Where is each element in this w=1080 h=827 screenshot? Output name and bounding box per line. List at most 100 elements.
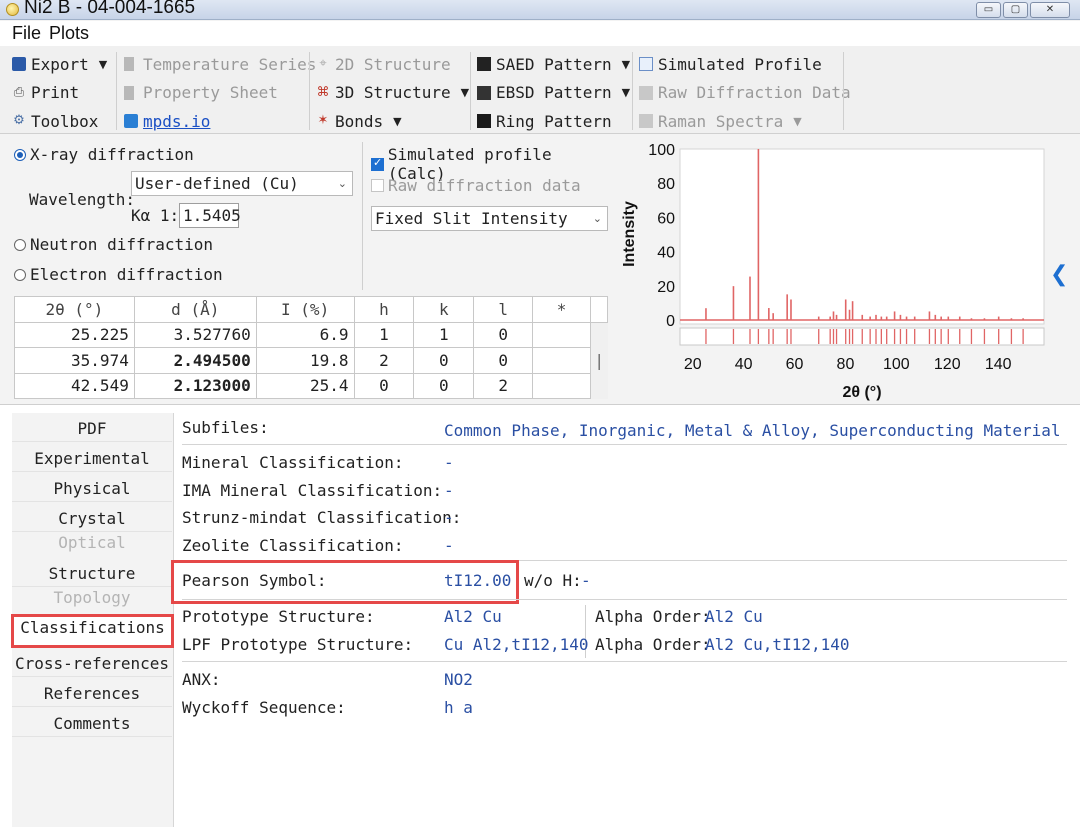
y-tick-label: 100 [648,142,675,159]
table-row[interactable]: 42.549 2.123000 25.4 0 0 2 [14,372,608,399]
wavelength-label: Wavelength: [29,190,135,209]
menu-plots[interactable]: Plots [49,23,89,44]
toolbox-icon: ⚙ [13,113,25,129]
minimize-button[interactable]: ▭ [976,2,1001,18]
print-button[interactable]: ⎙ Print [12,79,107,108]
subfiles-value: Common Phase, Inorganic, Metal & Alloy, … [444,421,1061,440]
lpf-alpha-order-value: Al2 Cu,tI12,140 [705,635,850,654]
structure-2d-button[interactable]: ⌖ 2D Structure [316,50,469,79]
radio-unselected-icon [14,268,26,281]
ebsd-pattern-button[interactable]: EBSD Pattern ▼ [477,79,630,108]
collapse-panel-icon[interactable]: ❮ [1050,262,1068,287]
bonds-button[interactable]: ✶ Bonds ▼ [316,107,469,136]
property-sheet-button[interactable]: Property Sheet [124,79,316,108]
radio-unselected-icon [14,238,26,251]
ka1-wavelength-input[interactable]: 1.5405 [179,203,241,228]
plot-area [679,148,1045,325]
col-l[interactable]: l [473,296,534,323]
printer-icon: ⎙ [13,84,25,100]
electron-diffraction-radio[interactable]: Electron diffraction [14,265,223,284]
y-tick-label: 0 [666,313,675,330]
diffraction-pattern-chart[interactable]: 0 20 40 60 80 100 20 40 60 80 100 120 140 2θ (°) Inten… [618,138,1048,408]
raw-diffraction-checkbox[interactable]: Raw diffraction data [371,176,581,195]
chevron-down-icon: ▼ [460,86,470,100]
without-h-label: w/o H: [524,571,582,590]
section-nav: PDF Experimental Physical Crystal Optica… [11,413,174,827]
nav-optical[interactable]: Optical [12,530,172,556]
table-row[interactable]: 25.225 3.527760 6.9 1 1 0 [14,321,608,348]
structure-3d-button[interactable]: ⌘ 3D Structure ▼ [316,79,470,108]
nav-pdf[interactable]: PDF [12,416,172,442]
wavelength-select[interactable]: User-defined (Cu) ⌄ [131,171,353,196]
toolbar-divider [632,52,633,130]
scroll-thumb-icon[interactable]: | [590,347,608,373]
chevron-down-icon: ⌄ [592,212,602,225]
zeolite-classification-value: - [444,536,454,555]
export-button[interactable]: Export ▼ [12,50,107,79]
x-axis-label: 2θ (°) [842,384,881,401]
pearson-symbol-value: tI12.00 [444,571,512,590]
maximize-button[interactable]: ▢ [1003,2,1028,18]
col-intensity[interactable]: I (%) [255,296,355,323]
raw-data-icon [639,85,653,100]
col-d-spacing[interactable]: d (Å) [133,296,257,323]
nav-classifications[interactable]: Classifications [11,614,174,648]
toolbar-group-data: Temperature Series Property Sheet mpds.i… [124,50,316,136]
ka1-label: Kα 1: [131,206,180,225]
raw-diffraction-data-button[interactable]: Raw Diffraction Data [639,79,851,108]
checkbox-checked-icon [371,156,384,171]
wyckoff-sequence-label: Wyckoff Sequence: [182,698,346,717]
temperature-series-button[interactable]: Temperature Series [124,50,316,79]
intensity-mode-select[interactable]: Fixed Slit Intensity ⌄ [371,206,608,231]
nav-physical[interactable]: Physical [12,476,172,502]
close-button[interactable]: ✕ [1030,2,1070,18]
col-flag[interactable]: * [532,296,591,323]
y-tick-label: 80 [657,176,675,193]
saed-pattern-button[interactable]: SAED Pattern ▼ [477,50,630,79]
col-k[interactable]: k [413,296,475,323]
col-h[interactable]: h [353,296,415,323]
prototype-structure-label: Prototype Structure: [182,607,375,626]
nav-crystal[interactable]: Crystal [12,506,172,532]
toolbar-divider [470,52,471,130]
x-tick-label: 20 [684,356,702,373]
y-tick-label: 60 [657,210,675,227]
nav-experimental[interactable]: Experimental [12,446,172,472]
checkbox-unchecked-icon [371,179,384,192]
nav-structure[interactable]: Structure [12,561,172,587]
nav-cross-references[interactable]: Cross-references [12,651,172,677]
saed-icon [477,57,491,72]
mpds-icon [124,114,138,129]
ebsd-icon [477,85,491,100]
raman-icon [639,114,653,129]
toolbar-divider [309,52,310,130]
lpf-prototype-label: LPF Prototype Structure: [182,635,414,654]
y-axis-label: Intensity [621,201,638,267]
x-tick-label: 60 [786,356,804,373]
table-row[interactable]: 35.974 2.494500 19.8 2 0 0 | [14,347,608,374]
prototype-alpha-order-value: Al2 Cu [705,607,763,626]
y-tick-label: 20 [657,279,675,296]
save-icon [12,57,26,72]
nav-references[interactable]: References [12,681,172,707]
raman-spectra-button[interactable]: Raman Spectra ▼ [639,107,851,136]
divider [182,661,1067,662]
xray-diffraction-radio[interactable]: X-ray diffraction [14,145,194,164]
simulated-profile-button[interactable]: Simulated Profile [639,50,851,79]
col-two-theta[interactable]: 2θ (°) [14,296,135,323]
pearson-symbol-label: Pearson Symbol: [182,571,327,590]
mpds-link[interactable]: mpds.io [124,107,316,136]
ring-pattern-button[interactable]: Ring Pattern [477,107,630,136]
nav-comments[interactable]: Comments [12,711,172,737]
neutron-diffraction-radio[interactable]: Neutron diffraction [14,235,213,254]
menu-file[interactable]: File [12,23,41,44]
toolbox-button[interactable]: ⚙ Toolbox [12,107,107,136]
table-scrollbar[interactable] [589,296,609,323]
nav-topology[interactable]: Topology [12,585,172,611]
without-h-value: - [581,571,591,590]
zeolite-classification-label: Zeolite Classification: [182,536,404,555]
chart-svg: 0 20 40 60 80 100 20 40 60 80 100 120 140 2θ (°) Inten… [621,142,1045,401]
panel-divider [362,142,363,290]
title-bar: Ni2 B - 04-004-1665 ▭ ▢ ✕ [0,0,1080,20]
profile-chart-icon [639,57,653,72]
